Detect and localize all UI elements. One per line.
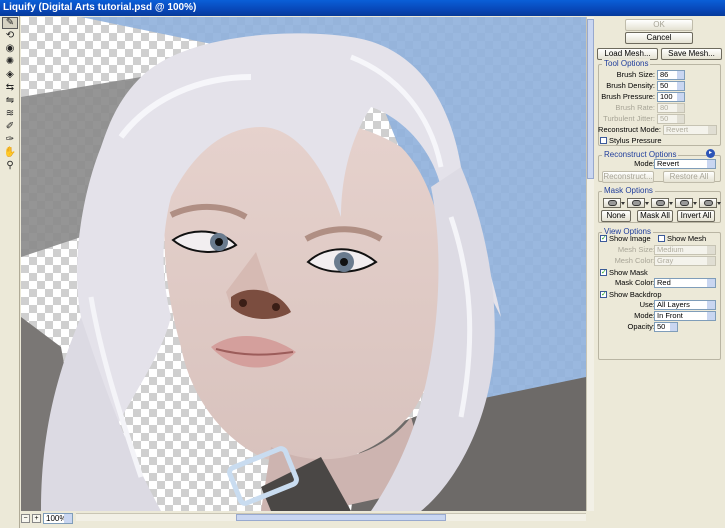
turbulent-jitter-row: Turbulent Jitter: 50 — [595, 114, 725, 124]
reconstruct-button[interactable]: Reconstruct... — [602, 171, 654, 183]
mask-subtract-icon[interactable] — [651, 198, 673, 208]
tool-options-title: Tool Options — [602, 59, 651, 68]
horizontal-scrollbar[interactable] — [76, 513, 586, 521]
reconstruct-options-mode-select[interactable]: Revert — [654, 159, 716, 169]
mesh-color-label: Mesh Color: — [614, 256, 655, 265]
show-backdrop-box[interactable]: ✓ — [600, 291, 607, 298]
mask-options-title: Mask Options — [602, 186, 655, 195]
twirl-tool-icon[interactable]: ◉ — [2, 43, 18, 55]
preview-canvas[interactable] — [21, 17, 586, 511]
portrait-preview-image — [21, 17, 586, 511]
cancel-button[interactable]: Cancel — [625, 32, 693, 44]
vertical-scrollbar[interactable] — [586, 17, 594, 511]
mask-mode-icons — [603, 198, 721, 208]
push-left-tool-icon[interactable]: ⇆ — [2, 82, 18, 94]
brush-density-row: Brush Density: 50 — [595, 81, 725, 91]
show-mesh-label: Show Mesh — [667, 234, 707, 243]
show-image-checkbox[interactable]: ✓ Show Image — [600, 234, 651, 243]
tools-panel: ✎ ⟲ ◉ ✺ ◈ ⇆ ⇋ ≋ ✐ ✑ ✋ ⚲ — [0, 16, 20, 528]
mask-intersect-icon[interactable] — [675, 198, 697, 208]
show-mesh-checkbox[interactable]: Show Mesh — [658, 234, 706, 243]
vertical-scroll-thumb[interactable] — [587, 19, 594, 179]
brush-rate-row: Brush Rate: 80 — [595, 103, 725, 113]
mask-color-select[interactable]: Red — [654, 278, 716, 288]
liquify-options-panel: OK Cancel Load Mesh... Save Mesh... Tool… — [595, 16, 725, 528]
show-mask-box[interactable]: ✓ — [600, 269, 607, 276]
reconstruct-mode-label: Reconstruct Mode: — [598, 125, 661, 134]
invert-all-button[interactable]: Invert All — [677, 210, 715, 222]
backdrop-use-row: Use: All Layers — [595, 300, 725, 310]
mask-none-button[interactable]: None — [601, 210, 631, 222]
mesh-color-row: Mesh Color: Gray — [595, 256, 725, 266]
ok-button[interactable]: OK — [625, 19, 693, 31]
mesh-size-row: Mesh Size: Medium — [595, 245, 725, 255]
show-mesh-box[interactable] — [658, 235, 665, 242]
forward-warp-tool-icon[interactable]: ✎ — [2, 17, 18, 29]
reconstruct-tool-icon[interactable]: ⟲ — [2, 30, 18, 42]
brush-density-field[interactable]: 50 — [657, 81, 685, 91]
reconstruct-mode-row: Reconstruct Mode: Revert — [595, 125, 725, 135]
mask-all-button[interactable]: Mask All — [637, 210, 673, 222]
show-image-label: Show Image — [609, 234, 651, 243]
mesh-size-select[interactable]: Medium — [654, 245, 716, 255]
show-image-box[interactable]: ✓ — [600, 235, 607, 242]
stylus-pressure-box[interactable] — [600, 137, 607, 144]
brush-size-label: Brush Size: — [616, 70, 655, 79]
reconstruct-options-title: Reconstruct Options — [602, 150, 679, 159]
stylus-pressure-checkbox[interactable]: Stylus Pressure — [600, 136, 662, 145]
zoom-controls: − + 100% — [21, 512, 77, 524]
mask-add-icon[interactable] — [627, 198, 649, 208]
show-backdrop-label: Show Backdrop — [609, 290, 662, 299]
turbulent-jitter-label: Turbulent Jitter: — [603, 114, 655, 123]
zoom-out-icon[interactable]: − — [21, 513, 30, 523]
brush-rate-label: Brush Rate: — [615, 103, 655, 112]
reconstruct-mode-select[interactable]: Revert — [663, 125, 717, 135]
backdrop-opacity-row: Opacity: 50 — [595, 322, 725, 332]
restore-all-button[interactable]: Restore All — [663, 171, 715, 183]
brush-size-row: Brush Size: 86 — [595, 70, 725, 80]
pucker-tool-icon[interactable]: ✺ — [2, 56, 18, 68]
thaw-mask-tool-icon[interactable]: ✑ — [2, 134, 18, 146]
show-mask-label: Show Mask — [609, 268, 648, 277]
backdrop-opacity-label: Opacity: — [627, 322, 655, 331]
backdrop-mode-row: Mode: In Front — [595, 311, 725, 321]
zoom-tool-icon[interactable]: ⚲ — [2, 160, 18, 172]
backdrop-mode-label: Mode: — [634, 311, 655, 320]
horizontal-scroll-thumb[interactable] — [236, 514, 446, 521]
window-title-bar: Liquify (Digital Arts tutorial.psd @ 100… — [0, 0, 725, 16]
reconstruct-options-mode-label: Mode: — [634, 159, 655, 168]
window-title: Liquify (Digital Arts tutorial.psd @ 100… — [3, 2, 197, 13]
save-mesh-button[interactable]: Save Mesh... — [661, 48, 722, 60]
show-mask-checkbox[interactable]: ✓ Show Mask — [600, 268, 648, 277]
reconstruct-mode-select-row: Mode: Revert — [595, 159, 725, 169]
bloat-tool-icon[interactable]: ◈ — [2, 69, 18, 81]
mask-replace-icon[interactable] — [603, 198, 625, 208]
mask-color-row: Mask Color: Red — [595, 278, 725, 288]
brush-pressure-row: Brush Pressure: 100 — [595, 92, 725, 102]
brush-pressure-field[interactable]: 100 — [657, 92, 685, 102]
mask-invert-icon[interactable] — [699, 198, 721, 208]
reconstruct-options-expand-icon[interactable]: ▸ — [706, 149, 715, 158]
backdrop-use-select[interactable]: All Layers — [654, 300, 716, 310]
turbulence-tool-icon[interactable]: ≋ — [2, 108, 18, 120]
brush-size-field[interactable]: 86 — [657, 70, 685, 80]
brush-pressure-label: Brush Pressure: — [601, 92, 655, 101]
hand-tool-icon[interactable]: ✋ — [2, 147, 18, 159]
mesh-color-select[interactable]: Gray — [654, 256, 716, 266]
mirror-tool-icon[interactable]: ⇋ — [2, 95, 18, 107]
backdrop-opacity-field[interactable]: 50 — [654, 322, 678, 332]
mesh-size-label: Mesh Size: — [617, 245, 655, 254]
zoom-in-icon[interactable]: + — [32, 513, 41, 523]
brush-density-label: Brush Density: — [606, 81, 655, 90]
zoom-level-select[interactable]: 100% — [43, 512, 73, 524]
mask-color-label: Mask Color: — [614, 278, 655, 287]
backdrop-use-label: Use: — [639, 300, 655, 309]
show-backdrop-checkbox[interactable]: ✓ Show Backdrop — [600, 290, 662, 299]
turbulent-jitter-field[interactable]: 50 — [657, 114, 685, 124]
backdrop-mode-select[interactable]: In Front — [654, 311, 716, 321]
freeze-mask-tool-icon[interactable]: ✐ — [2, 121, 18, 133]
stylus-pressure-label: Stylus Pressure — [609, 136, 662, 145]
brush-rate-field[interactable]: 80 — [657, 103, 685, 113]
